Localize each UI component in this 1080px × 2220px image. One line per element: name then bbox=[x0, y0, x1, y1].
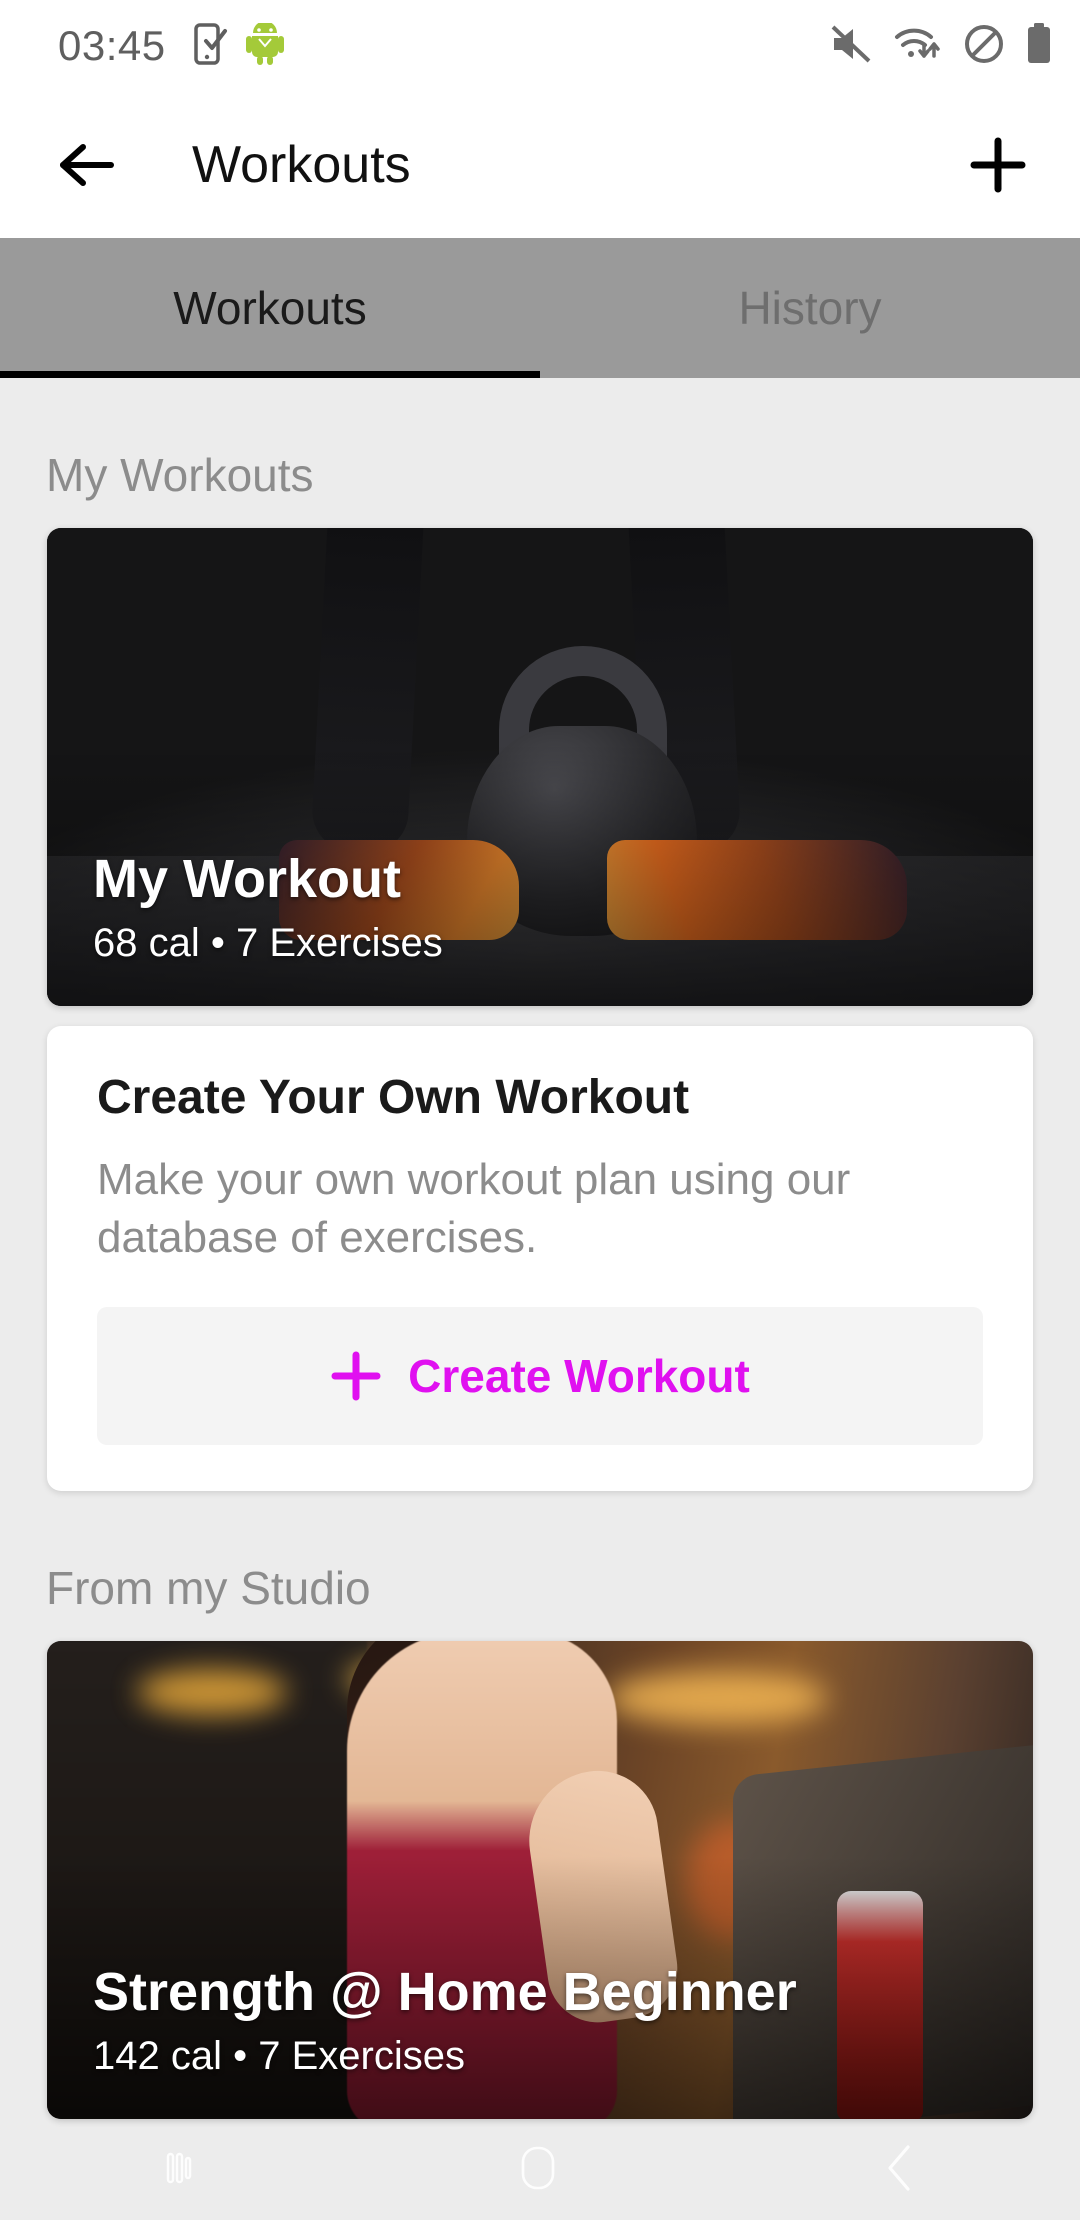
phone-check-icon bbox=[193, 22, 228, 70]
create-workout-title: Create Your Own Workout bbox=[97, 1071, 690, 1124]
battery-full-icon bbox=[1026, 22, 1052, 70]
workout-card-title: Strength @ Home Beginner bbox=[93, 1961, 797, 2022]
section-title-my-workouts: My Workouts bbox=[46, 449, 314, 501]
plus-icon[interactable] bbox=[956, 123, 1040, 207]
create-workout-description: Make your own workout plan using our dat… bbox=[97, 1155, 851, 1263]
volume-muted-icon bbox=[830, 24, 872, 69]
tab-workouts-label: Workouts bbox=[173, 282, 367, 334]
tab-bar: Workouts History bbox=[0, 238, 1080, 378]
workout-card-my-workout[interactable]: My Workout 68 cal • 7 Exercises bbox=[47, 528, 1033, 1006]
scroll-content[interactable]: My Workouts My Workout 68 cal • 7 Exerci… bbox=[0, 378, 1080, 2220]
section-title-from-my-studio: From my Studio bbox=[46, 1562, 371, 1615]
workout-card-caption: Strength @ Home Beginner 142 cal • 7 Exe… bbox=[93, 1962, 1003, 2079]
create-workout-card: Create Your Own Workout Make your own wo… bbox=[47, 1026, 1033, 1492]
workout-card-caption: My Workout 68 cal • 7 Exercises bbox=[93, 849, 1003, 966]
create-workout-button[interactable]: Create Workout bbox=[97, 1307, 983, 1446]
status-bar: 03:45 bbox=[0, 0, 1080, 92]
tab-history-label: History bbox=[738, 282, 882, 334]
android-mascot-icon bbox=[245, 20, 284, 70]
tab-workouts[interactable]: Workouts bbox=[0, 238, 540, 378]
workout-card-strength-home-beginner[interactable]: Strength @ Home Beginner 142 cal • 7 Exe… bbox=[47, 1641, 1033, 2120]
app-bar: Workouts bbox=[0, 92, 1080, 238]
status-bar-right-icons bbox=[830, 22, 1052, 70]
workout-card-subtitle: 142 cal • 7 Exercises bbox=[93, 2034, 465, 2079]
create-workout-button-label: Create Workout bbox=[408, 1350, 750, 1403]
status-bar-left-icons bbox=[193, 20, 284, 70]
workout-card-subtitle: 68 cal • 7 Exercises bbox=[93, 921, 443, 965]
wifi-data-icon bbox=[894, 24, 942, 69]
tab-history[interactable]: History bbox=[540, 238, 1080, 378]
back-arrow-icon[interactable] bbox=[46, 123, 130, 207]
app-screen: 03:45 Workouts Workouts History My Worko… bbox=[0, 0, 1080, 2220]
status-bar-clock: 03:45 bbox=[58, 22, 166, 69]
plus-icon bbox=[330, 1350, 382, 1402]
page-title: Workouts bbox=[192, 136, 411, 194]
do-not-disturb-icon bbox=[964, 24, 1004, 69]
workout-card-title: My Workout bbox=[93, 848, 401, 909]
